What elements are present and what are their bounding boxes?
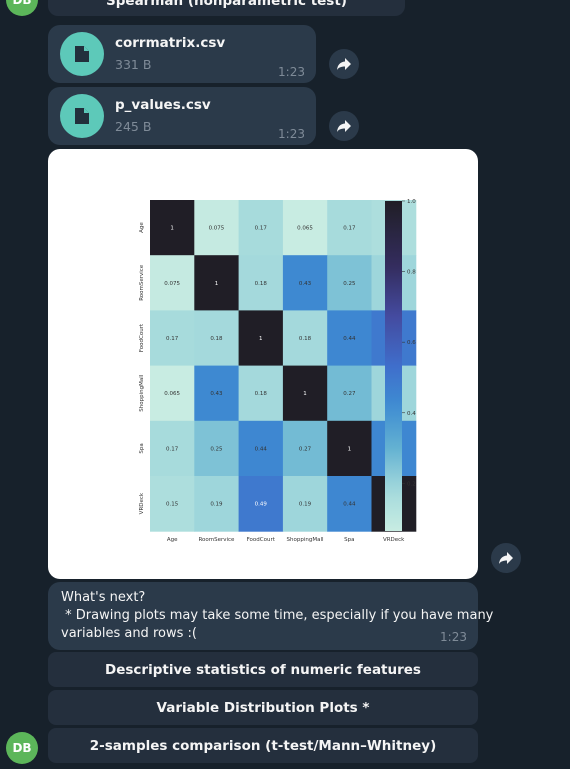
two-samples-comparison-button[interactable]: 2-samples comparison (t-test/Mann–Whitne… — [48, 728, 478, 763]
heatmap-cell-label: 0.44 — [343, 502, 356, 508]
x-tick-label: Age — [167, 537, 178, 543]
y-tick-label: RoomService — [139, 264, 145, 301]
message-line: variables and rows :( — [61, 626, 197, 641]
heatmap-cell-label: 0.17 — [166, 446, 179, 452]
message-time: 1:23 — [278, 127, 305, 141]
avatar-initials: DB — [12, 0, 32, 7]
file-message-corrmatrix[interactable]: corrmatrix.csv 331 B 1:23 — [48, 25, 316, 83]
button-label: Variable Distribution Plots * — [156, 699, 370, 716]
y-tick-label: Age — [139, 222, 145, 233]
x-tick-label: FoodCourt — [247, 537, 276, 543]
file-message-pvalues[interactable]: p_values.csv 245 B 1:23 — [48, 87, 316, 145]
heatmap-cell-label: 0.17 — [343, 226, 356, 232]
x-tick-label: RoomService — [198, 537, 235, 543]
avatar[interactable]: DB — [6, 0, 38, 16]
file-name[interactable]: p_values.csv — [115, 97, 211, 113]
descriptive-stats-button[interactable]: Descriptive statistics of numeric featur… — [48, 652, 478, 687]
heatmap-cell-label: 0.49 — [255, 502, 268, 508]
heatmap-cell-label: 1 — [215, 281, 219, 287]
heatmap-cell-label: 0.065 — [164, 391, 180, 397]
file-icon[interactable] — [60, 94, 104, 138]
heatmap-cell-label: 0.44 — [343, 336, 356, 342]
x-tick-label: VRDeck — [383, 537, 405, 543]
forward-icon[interactable] — [329, 49, 359, 79]
heatmap-cell-label: 1 — [170, 226, 174, 232]
button-label: Descriptive statistics of numeric featur… — [105, 661, 421, 678]
heatmap-cell-label: 0.19 — [299, 502, 312, 508]
colorbar-tick-label: 0.2 — [407, 481, 416, 487]
message-time: 1:23 — [440, 630, 467, 644]
forward-icon[interactable] — [329, 111, 359, 141]
heatmap-cell-label: 0.075 — [164, 281, 180, 287]
heatmap-cell-label: 1 — [259, 336, 263, 342]
file-size: 331 B — [115, 57, 152, 72]
file-icon[interactable] — [60, 32, 104, 76]
heatmap-cell-label: 1 — [348, 446, 352, 452]
heatmap-cell-label: 0.43 — [299, 281, 312, 287]
x-tick-label: ShoppingMall — [287, 537, 324, 543]
spearman-button[interactable]: Spearman (nonparametric test) — [48, 0, 405, 16]
heatmap-cell-label: 0.065 — [297, 226, 313, 232]
y-tick-label: ShoppingMall — [139, 374, 145, 411]
avatar-initials: DB — [12, 741, 32, 755]
file-size: 245 B — [115, 119, 152, 134]
heatmap-cell-label: 0.17 — [255, 226, 268, 232]
heatmap-image-message[interactable]: 1 0.075 0.17 0.065 0.17 0.15 0.075 1 0.18 0.43 0.2… — [48, 149, 478, 579]
file-name[interactable]: corrmatrix.csv — [115, 35, 225, 51]
correlation-heatmap: 1 0.075 0.17 0.065 0.17 0.15 0.075 1 0.18 0.43 0.2… — [139, 199, 417, 543]
spearman-button-label: Spearman (nonparametric test) — [106, 0, 347, 9]
heatmap-cell-label: 0.17 — [166, 336, 179, 342]
y-tick-label: FoodCourt — [139, 323, 145, 352]
colorbar-tick-label: 1.0 — [407, 199, 416, 205]
heatmap-cell-label: 0.27 — [299, 446, 312, 452]
heatmap-cell-label: 0.25 — [210, 446, 223, 452]
message-line: What's next? — [61, 590, 146, 605]
colorbar-tick-label: 0.8 — [407, 270, 416, 276]
heatmap-cell-label: 0.18 — [210, 336, 223, 342]
heatmap-cell-label: 0.18 — [255, 281, 268, 287]
heatmap-cell-label: 0.25 — [343, 281, 356, 287]
distribution-plots-button[interactable]: Variable Distribution Plots * — [48, 690, 478, 725]
heatmap-cell-label: 0.18 — [299, 336, 312, 342]
message-line: * Drawing plots may take some time, espe… — [61, 608, 494, 623]
message-time: 1:23 — [278, 65, 305, 79]
heatmap-cell-label: 0.18 — [255, 391, 268, 397]
heatmap-cell-label: 0.075 — [209, 226, 225, 232]
heatmap-cell-label: 0.19 — [210, 502, 223, 508]
y-tick-label: Spa — [139, 443, 145, 453]
heatmap-cell-label: 0.27 — [343, 391, 356, 397]
y-tick-label: VRDeck — [139, 492, 145, 514]
colorbar — [385, 201, 402, 531]
forward-icon[interactable] — [491, 543, 521, 573]
heatmap-cell-label: 0.15 — [166, 502, 179, 508]
avatar[interactable]: DB — [6, 732, 38, 764]
colorbar-tick-label: 0.4 — [407, 411, 416, 417]
bot-text-message: What's next? * Drawing plots may take so… — [48, 582, 494, 650]
heatmap-cell-label: 0.44 — [255, 446, 268, 452]
heatmap-cell-label: 1 — [303, 391, 307, 397]
x-tick-label: Spa — [344, 537, 354, 543]
button-label: 2-samples comparison (t-test/Mann–Whitne… — [89, 737, 437, 754]
heatmap-cell-label: 0.43 — [210, 391, 223, 397]
colorbar-tick-label: 0.6 — [407, 340, 416, 346]
